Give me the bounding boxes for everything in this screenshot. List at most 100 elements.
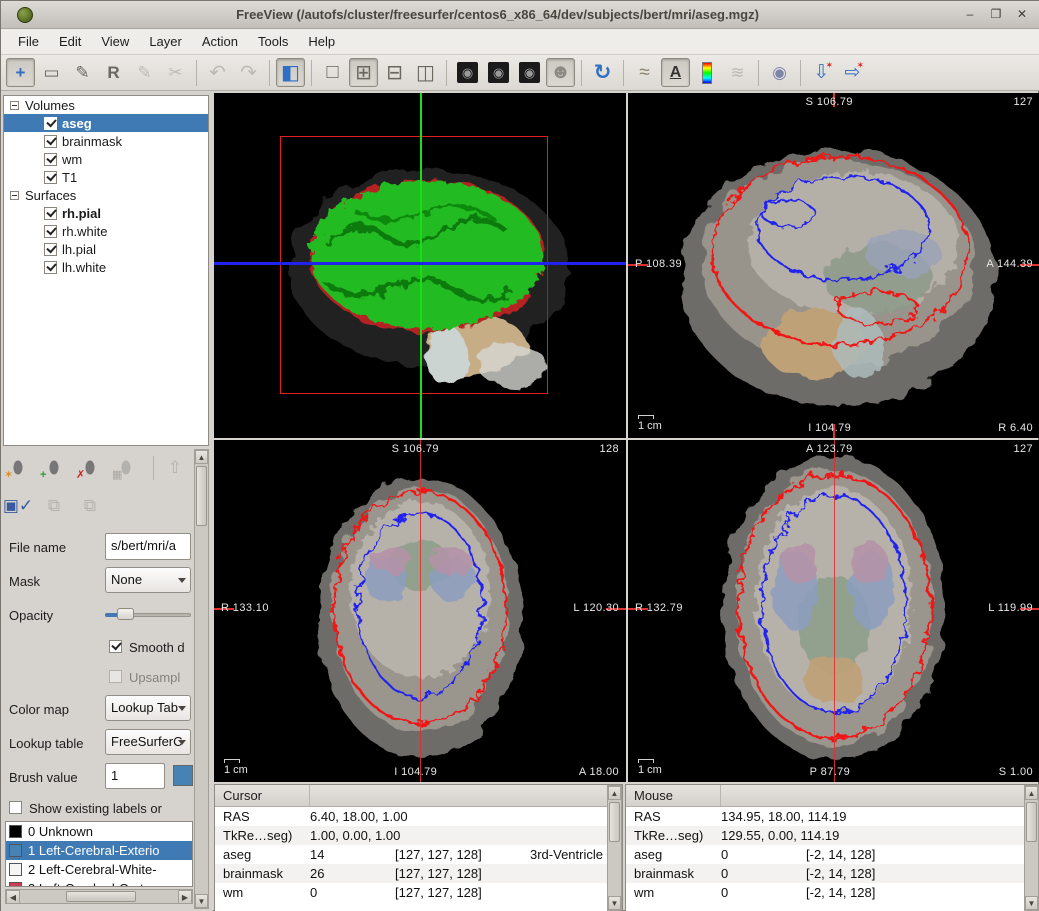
path-tool-icon[interactable]: ✂ bbox=[161, 58, 190, 87]
screenshot-icon[interactable]: ◉ bbox=[765, 58, 794, 87]
layout-2x2-icon[interactable]: ⊞ bbox=[349, 58, 378, 87]
copy-settings-icon[interactable]: ⧉ bbox=[39, 491, 69, 521]
tree-item-rh-pial[interactable]: rh.pial bbox=[4, 204, 208, 222]
coronal-view-icon[interactable]: ◉ bbox=[484, 58, 513, 87]
label-list-item[interactable]: 0 Unknown bbox=[6, 822, 192, 841]
measure-tool-icon[interactable]: ▭ bbox=[37, 58, 66, 87]
goto-point-icon[interactable]: ⇨✶ bbox=[838, 58, 867, 87]
label-list-hscrollbar[interactable]: ◀ ▶ bbox=[5, 889, 193, 904]
menu-layer[interactable]: Layer bbox=[140, 31, 191, 52]
tree-group-volumes[interactable]: Volumes bbox=[4, 96, 208, 114]
surface-toggle-icon[interactable]: ≈ bbox=[630, 58, 659, 87]
scrollbar-thumb[interactable] bbox=[1026, 802, 1037, 842]
check-all-icon[interactable]: ▣✓ bbox=[3, 491, 33, 521]
tree-item-lh-pial[interactable]: lh.pial bbox=[4, 240, 208, 258]
close-button[interactable]: ✕ bbox=[1014, 7, 1030, 23]
checkbox-icon[interactable] bbox=[44, 135, 57, 148]
sagittal-view-icon[interactable]: ◉ bbox=[453, 58, 482, 87]
close-volume-icon[interactable]: ⬮✗ bbox=[75, 453, 105, 483]
layout-1x1-icon[interactable]: □ bbox=[318, 58, 347, 87]
menu-view[interactable]: View bbox=[92, 31, 138, 52]
minimize-button[interactable]: – bbox=[962, 7, 978, 23]
pointset-edit-tool-icon[interactable]: ✎ bbox=[130, 58, 159, 87]
cursor-panel-scrollbar[interactable]: ▲ ▼ bbox=[607, 785, 622, 911]
scroll-down-icon[interactable]: ▼ bbox=[608, 896, 621, 910]
menu-file[interactable]: File bbox=[9, 31, 48, 52]
scroll-up-icon[interactable]: ▲ bbox=[1025, 786, 1038, 800]
brush-value-input[interactable]: 1 bbox=[105, 763, 165, 789]
label-text: 3 Left-Cerebral-Cortex bbox=[28, 881, 157, 887]
new-volume-icon[interactable]: ⬮+ bbox=[39, 453, 69, 483]
scrollbar-thumb[interactable] bbox=[196, 466, 207, 526]
brush-color-swatch[interactable] bbox=[173, 765, 193, 786]
slider-handle[interactable] bbox=[117, 608, 134, 620]
viewport-3d[interactable] bbox=[214, 93, 626, 438]
file-name-input[interactable]: s/bert/mri/a bbox=[105, 533, 191, 560]
viewport-axial[interactable]: A 123.79 127 R 132.79 L 119.99 P 87.79 S… bbox=[628, 440, 1039, 782]
load-volume-icon[interactable]: ⬮✶ bbox=[3, 453, 33, 483]
checkbox-icon[interactable] bbox=[44, 243, 57, 256]
reset-view-icon[interactable]: ↻ bbox=[588, 58, 617, 87]
scroll-up-icon[interactable]: ▲ bbox=[608, 786, 621, 800]
menu-edit[interactable]: Edit bbox=[50, 31, 90, 52]
roi-edit-tool-icon[interactable]: R bbox=[99, 58, 128, 87]
panel-title: Cursor bbox=[215, 785, 310, 806]
checkbox-icon[interactable] bbox=[44, 207, 57, 220]
undo-icon[interactable]: ↶ bbox=[203, 58, 232, 87]
navigate-tool-icon[interactable]: + bbox=[6, 58, 35, 87]
scroll-up-icon[interactable]: ▲ bbox=[195, 450, 208, 464]
menu-action[interactable]: Action bbox=[193, 31, 247, 52]
tree-item-rh-white[interactable]: rh.white bbox=[4, 222, 208, 240]
viewport-sagittal[interactable]: S 106.79 127 P 108.39 A 144.39 I 104.79 … bbox=[628, 93, 1039, 438]
maximize-button[interactable]: ❐ bbox=[988, 7, 1004, 23]
redo-icon[interactable]: ↷ bbox=[234, 58, 263, 87]
time-course-icon[interactable]: ≋ bbox=[723, 58, 752, 87]
checkbox-icon[interactable] bbox=[44, 171, 57, 184]
viewport-coronal[interactable]: S 106.79 128 R 133.10 L 120.30 I 104.79 … bbox=[214, 440, 626, 782]
menu-tools[interactable]: Tools bbox=[249, 31, 297, 52]
axial-view-icon[interactable]: ◉ bbox=[515, 58, 544, 87]
label-list-item[interactable]: 2 Left-Cerebral-White- bbox=[6, 860, 192, 879]
label-list-item[interactable]: 3 Left-Cerebral-Cortex bbox=[6, 879, 192, 887]
scroll-left-icon[interactable]: ◀ bbox=[6, 890, 20, 904]
checkbox-icon[interactable] bbox=[44, 261, 57, 274]
upsample-checkbox[interactable] bbox=[109, 670, 122, 683]
checkbox-icon[interactable] bbox=[44, 117, 57, 130]
color-scale-toggle-icon[interactable] bbox=[692, 58, 721, 87]
scroll-right-icon[interactable]: ▶ bbox=[178, 890, 192, 904]
save-point-set-icon[interactable]: ⇩✶ bbox=[807, 58, 836, 87]
tree-item-aseg[interactable]: aseg bbox=[4, 114, 208, 132]
tree-item-wm[interactable]: wm bbox=[4, 150, 208, 168]
checkbox-icon[interactable] bbox=[44, 153, 57, 166]
mask-combo[interactable]: None bbox=[105, 567, 191, 593]
annotation-toggle-icon[interactable]: A bbox=[661, 58, 690, 87]
paste-settings-icon[interactable]: ⧉ bbox=[75, 491, 105, 521]
control-panel-toggle-icon[interactable]: ◧ bbox=[276, 58, 305, 87]
tree-item-t1[interactable]: T1 bbox=[4, 168, 208, 186]
menu-help[interactable]: Help bbox=[299, 31, 344, 52]
scrollbar-thumb[interactable] bbox=[609, 802, 620, 842]
checkbox-icon[interactable] bbox=[44, 225, 57, 238]
lookup-table-combo[interactable]: FreeSurferC bbox=[105, 729, 191, 755]
smooth-checkbox[interactable] bbox=[109, 640, 122, 653]
mouse-panel-scrollbar[interactable]: ▲ ▼ bbox=[1024, 785, 1039, 911]
collapse-icon[interactable] bbox=[10, 101, 19, 110]
tree-item-lh-white[interactable]: lh.white bbox=[4, 258, 208, 276]
color-map-combo[interactable]: Lookup Tab bbox=[105, 695, 191, 721]
voxel-edit-tool-icon[interactable]: ✎ bbox=[68, 58, 97, 87]
collapse-icon[interactable] bbox=[10, 191, 19, 200]
scrollbar-thumb[interactable] bbox=[66, 891, 136, 902]
tree-item-brainmask[interactable]: brainmask bbox=[4, 132, 208, 150]
panel-scrollbar[interactable]: ▲ ▼ bbox=[194, 449, 209, 909]
scroll-down-icon[interactable]: ▼ bbox=[195, 894, 208, 908]
view-3d-icon[interactable]: ☻ bbox=[546, 58, 575, 87]
layout-1and3-side-icon[interactable]: ◫ bbox=[411, 58, 440, 87]
layout-1and3-icon[interactable]: ⊟ bbox=[380, 58, 409, 87]
show-labels-checkbox[interactable] bbox=[9, 801, 22, 814]
label-list-item-selected[interactable]: 1 Left-Cerebral-Exterio bbox=[6, 841, 192, 860]
scroll-down-icon[interactable]: ▼ bbox=[1025, 896, 1038, 910]
opacity-slider[interactable] bbox=[105, 605, 191, 623]
save-volume-icon[interactable]: ⬮▦ bbox=[111, 453, 141, 483]
move-layer-up-icon[interactable]: ⇧ bbox=[160, 453, 190, 483]
tree-group-surfaces[interactable]: Surfaces bbox=[4, 186, 208, 204]
